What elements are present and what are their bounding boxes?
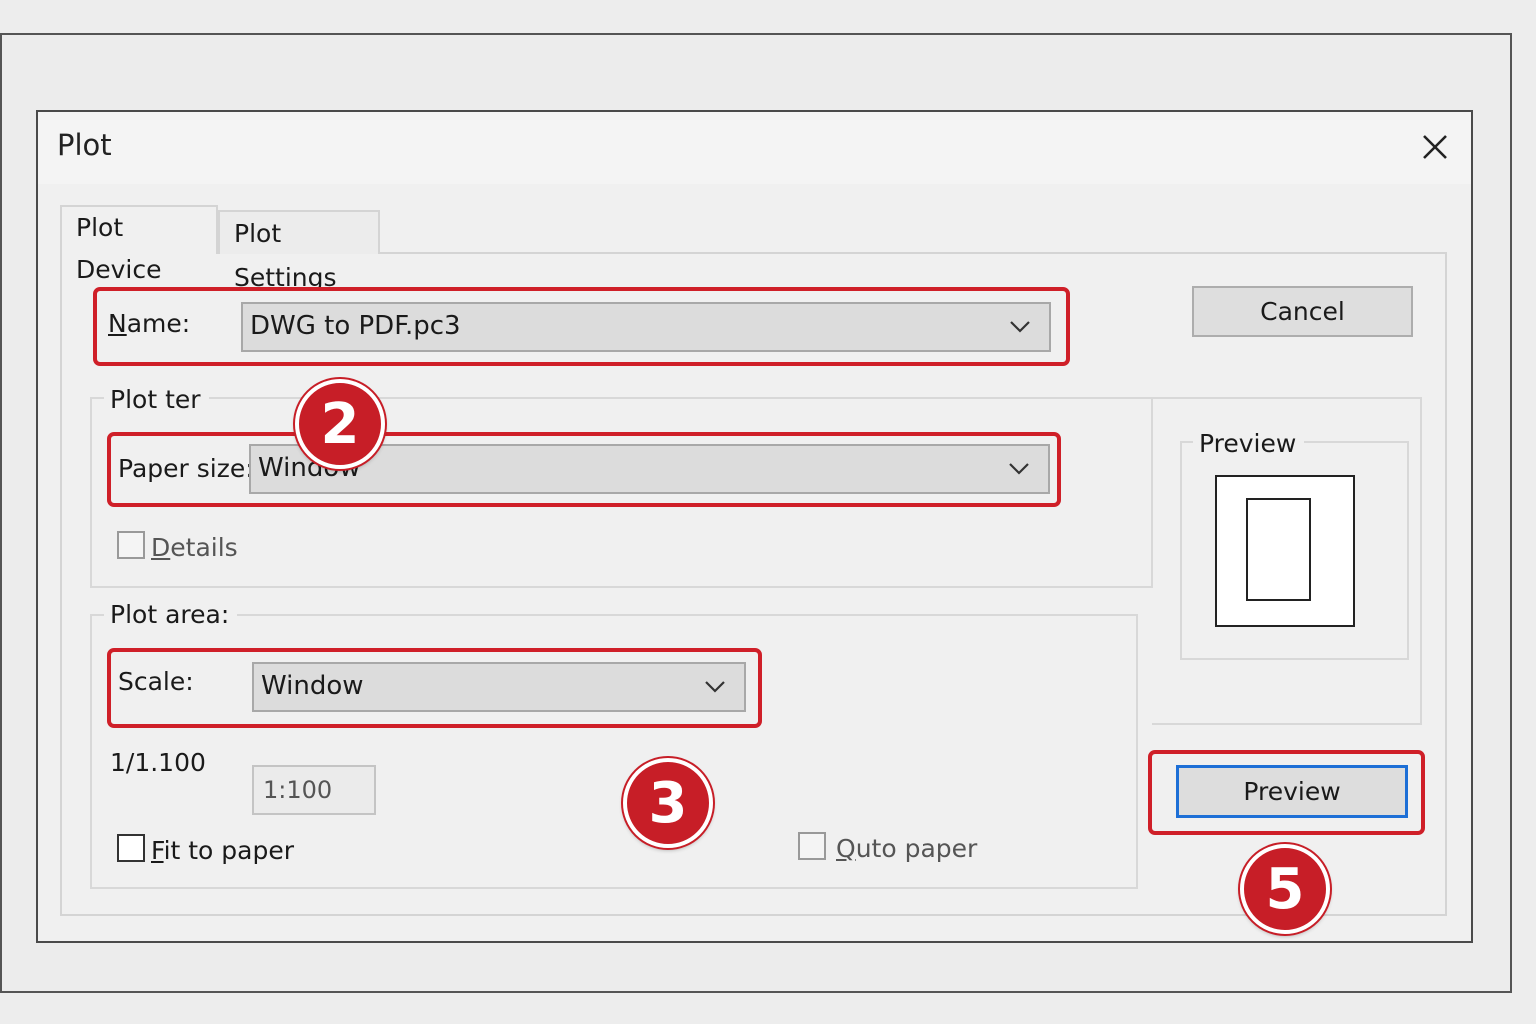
auto-paper-label: Quto paper [836,834,978,863]
name-dropdown-value: DWG to PDF.pc3 [250,311,461,341]
dialog-title: Plot [57,128,112,162]
tab-plot-settings[interactable]: Plot Settings [218,210,380,292]
chevron-down-icon [1010,321,1030,333]
scale-dropdown[interactable]: Window [252,662,746,712]
name-dropdown[interactable]: DWG to PDF.pc3 [241,302,1051,352]
ratio-input[interactable]: 1:100 [252,765,376,815]
paper-size-label: Paper size: [118,454,254,483]
name-label: Name: [108,309,191,338]
chevron-down-icon [705,681,725,693]
chevron-down-icon [1009,463,1029,475]
step-badge-5: 5 [1240,844,1330,934]
fit-to-paper-checkbox[interactable] [117,834,145,862]
plot-area-title: Plot area: [104,600,238,629]
fit-to-paper-label: Fit to paper [151,836,295,865]
auto-paper-checkbox[interactable] [798,832,826,860]
scale-value: Window [261,671,364,701]
ratio-label: 1/1.100 [110,748,206,777]
plotter-group-title: Plot ter [104,385,209,414]
details-checkbox[interactable] [117,531,145,559]
preview-button[interactable]: Preview [1176,765,1408,818]
details-label: Details [151,533,238,562]
dialog-titlebar [38,112,1471,184]
tab-plot-device[interactable]: Plot Device [60,205,218,284]
preview-group-title: Preview [1193,429,1305,458]
step-badge-3: 3 [623,758,713,848]
step-badge-2: 2 [295,379,385,469]
close-button[interactable] [1412,124,1458,170]
scale-label: Scale: [118,667,194,696]
cancel-button[interactable]: Cancel [1192,286,1413,337]
preview-page-icon [1246,498,1311,601]
close-icon [1423,135,1447,159]
